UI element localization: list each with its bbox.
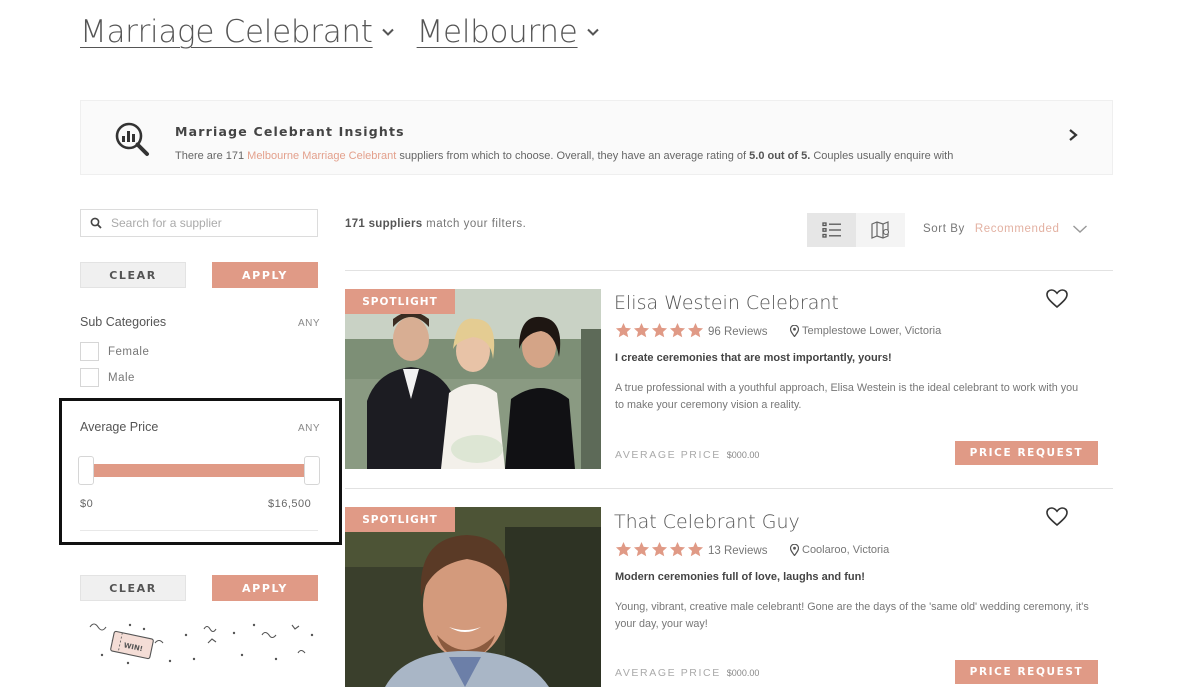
supplier-description: A true professional with a youthful appr… <box>615 382 1079 411</box>
average-price-amount: $000.00 <box>726 668 760 678</box>
insights-rating: 5.0 out of 5. <box>749 150 811 162</box>
star-icon <box>669 322 686 338</box>
average-price-amount: $000.00 <box>726 450 760 460</box>
star-icon <box>615 541 632 557</box>
spotlight-badge: SPOTLIGHT <box>345 289 455 314</box>
apply-button[interactable]: APPLY <box>212 575 318 601</box>
breadcrumb: Marriage Celebrant Melbourne <box>80 14 600 50</box>
star-icon <box>651 322 668 338</box>
heart-icon[interactable] <box>1046 507 1068 527</box>
price-max-handle[interactable] <box>304 456 320 485</box>
location-dropdown-link[interactable]: Melbourne <box>417 14 578 50</box>
heart-icon[interactable] <box>1046 289 1068 309</box>
subcategory-option-female[interactable]: Female <box>80 342 149 361</box>
location-text: Coolaroo, Victoria <box>802 544 890 556</box>
rating-stars <box>615 541 704 558</box>
star-icon <box>633 541 650 557</box>
insights-magnifier-chart-icon <box>115 122 149 156</box>
price-min-label: $0 <box>80 498 94 510</box>
insights-text: suppliers from which to choose. Overall,… <box>396 150 750 162</box>
price-request-button[interactable]: PRICE REQUEST <box>955 441 1098 465</box>
supplier-search[interactable] <box>80 209 318 237</box>
results-count-text: match your filters. <box>422 218 527 230</box>
star-icon <box>615 322 632 338</box>
insights-link[interactable]: Melbourne Marriage Celebrant <box>247 150 396 162</box>
chevron-down-icon[interactable] <box>586 25 600 39</box>
portrait-photo <box>345 507 601 687</box>
female-checkbox[interactable] <box>80 342 99 361</box>
location: Templestowe Lower, Victoria <box>790 325 941 337</box>
supplier-name-link[interactable]: That Celebrant Guy <box>614 511 800 533</box>
average-price-any: ANY <box>298 423 321 434</box>
spotlight-badge: SPOTLIGHT <box>345 507 455 532</box>
location-pin-icon <box>790 544 799 556</box>
supplier-photo[interactable] <box>345 289 601 469</box>
price-range-track[interactable] <box>87 464 308 477</box>
search-icon <box>90 217 102 229</box>
supplier-name-link[interactable]: Elisa Westein Celebrant <box>614 292 839 314</box>
star-icon <box>687 322 704 338</box>
star-icon <box>651 541 668 557</box>
view-toggle <box>807 213 905 247</box>
price-request-button[interactable]: PRICE REQUEST <box>955 660 1098 684</box>
list-view-button[interactable] <box>807 213 856 247</box>
results-count-number: 171 suppliers <box>345 218 423 230</box>
chevron-down-icon[interactable] <box>1072 224 1088 234</box>
sort-by-control[interactable]: Sort By Recommended <box>923 223 1088 235</box>
supplier-photo[interactable] <box>345 507 601 687</box>
chevron-down-icon[interactable] <box>381 25 395 39</box>
male-checkbox[interactable] <box>80 368 99 387</box>
insights-title: Marriage Celebrant Insights <box>175 124 405 139</box>
subcategories-label: Sub Categories <box>80 315 167 329</box>
rating-stars <box>615 322 704 339</box>
reviews-link[interactable]: 13 Reviews <box>708 545 767 557</box>
checkbox-label: Male <box>108 371 135 384</box>
subcategories-any: ANY <box>298 318 321 329</box>
reviews-link[interactable]: 96 Reviews <box>708 326 767 338</box>
clear-button[interactable]: CLEAR <box>80 575 186 601</box>
location-pin-icon <box>790 325 799 337</box>
supplier-tagline: Modern ceremonies full of love, laughs a… <box>615 571 865 583</box>
insights-description: There are 171 Melbourne Marriage Celebra… <box>175 148 953 165</box>
list-icon <box>821 222 841 238</box>
divider <box>80 530 318 531</box>
map-icon <box>870 221 889 239</box>
sort-by-label: Sort By <box>923 223 965 235</box>
subcategory-option-male[interactable]: Male <box>80 368 135 387</box>
location: Coolaroo, Victoria <box>790 544 889 556</box>
chevron-right-icon[interactable] <box>1066 127 1080 143</box>
supplier-tagline: I create ceremonies that are most import… <box>615 352 892 364</box>
apply-button[interactable]: APPLY <box>212 262 318 288</box>
average-price: AVERAGE PRICE $000.00 <box>615 449 759 461</box>
search-input[interactable] <box>111 216 301 230</box>
average-price-label: Average Price <box>80 420 159 434</box>
average-price-label: AVERAGE PRICE <box>615 449 721 461</box>
price-max-label: $16,500 <box>268 498 312 510</box>
confetti-promo-graphic: WIN! <box>89 623 314 665</box>
insights-banner[interactable]: Marriage Celebrant Insights There are 17… <box>80 100 1113 175</box>
wedding-couple-photo <box>345 289 601 469</box>
card-divider <box>345 488 1113 489</box>
star-icon <box>633 322 650 338</box>
checkbox-label: Female <box>108 345 150 358</box>
results-divider <box>345 270 1113 271</box>
average-price-label: AVERAGE PRICE <box>615 667 721 679</box>
category-dropdown-link[interactable]: Marriage Celebrant <box>80 14 373 50</box>
supplier-description: Young, vibrant, creative male celebrant!… <box>615 601 1089 630</box>
insights-text: There are 171 <box>175 150 248 162</box>
star-icon <box>669 541 686 557</box>
average-price: AVERAGE PRICE $000.00 <box>615 667 759 679</box>
results-count: 171 suppliers match your filters. <box>345 218 526 230</box>
sort-by-value[interactable]: Recommended <box>975 223 1060 235</box>
location-text: Templestowe Lower, Victoria <box>802 325 942 337</box>
star-icon <box>687 541 704 557</box>
insights-text: Couples usually enquire with <box>810 150 954 162</box>
map-view-button[interactable] <box>856 213 905 247</box>
clear-button[interactable]: CLEAR <box>80 262 186 288</box>
price-min-handle[interactable] <box>78 456 94 485</box>
